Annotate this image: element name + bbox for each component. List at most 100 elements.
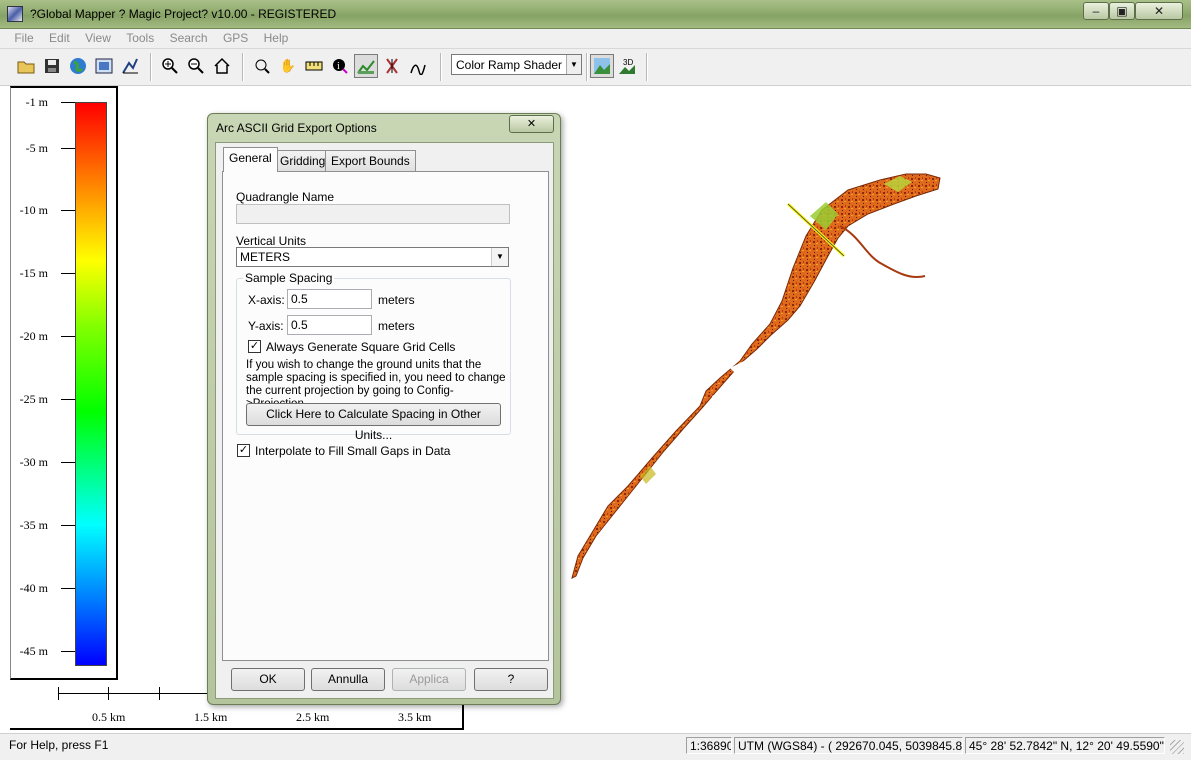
sample-spacing-group: Sample Spacing X-axis: 0.5 meters Y-axis… — [236, 271, 511, 442]
legend-label: -45 m — [19, 644, 48, 658]
title-bar: ?Global Mapper ? Magic Project? v10.00 -… — [0, 0, 1191, 29]
view-shed-icon[interactable] — [380, 54, 404, 78]
quadrangle-name-label: Quadrangle Name — [236, 190, 335, 204]
y-axis-units: meters — [378, 319, 415, 333]
legend-label: -15 m — [19, 266, 48, 280]
legend-label: -40 m — [19, 581, 48, 595]
legend-tick — [61, 399, 75, 400]
vertical-units-select[interactable]: METERS ▼ — [236, 247, 509, 267]
sample-spacing-label: Sample Spacing — [243, 271, 335, 285]
status-help-text: For Help, press F1 — [9, 738, 109, 752]
svg-text:i: i — [337, 61, 340, 72]
home-icon[interactable] — [210, 54, 234, 78]
ok-button[interactable]: OK — [231, 668, 305, 691]
close-button[interactable]: ✕ — [1135, 2, 1183, 20]
tab-export-bounds[interactable]: Export Bounds — [325, 150, 416, 171]
export-options-dialog: Arc ASCII Grid Export Options ✕ General … — [207, 113, 561, 705]
legend-tick — [61, 148, 75, 149]
toolbar-separator — [440, 53, 442, 81]
app-icon[interactable] — [7, 6, 23, 22]
menu-edit[interactable]: Edit — [43, 29, 76, 47]
quadrangle-name-input[interactable] — [236, 204, 510, 224]
shader-select[interactable]: Color Ramp Shader ▼ — [451, 54, 582, 75]
path-profile-icon[interactable] — [354, 54, 378, 78]
menu-file[interactable]: File — [8, 29, 39, 47]
zoom-tool-icon[interactable] — [250, 54, 274, 78]
feature-info-icon[interactable]: i — [328, 54, 352, 78]
status-projection: UTM (WGS84) - ( 292670.045, 5039845.848 … — [734, 737, 963, 754]
menu-search[interactable]: Search — [164, 29, 214, 47]
tab-gridding[interactable]: Gridding — [274, 150, 332, 171]
status-scale: 1:36890 — [686, 737, 732, 754]
scale-tick — [58, 687, 59, 700]
square-cells-label: Always Generate Square Grid Cells — [266, 340, 456, 354]
cancel-button[interactable]: Annulla — [311, 668, 385, 691]
chevron-down-icon: ▼ — [491, 248, 508, 266]
x-axis-label: X-axis: — [248, 293, 285, 307]
scale-label: 3.5 km — [398, 710, 432, 724]
open-folder-icon[interactable] — [14, 54, 38, 78]
square-cells-checkbox[interactable]: ✓ — [248, 340, 261, 353]
zoom-out-icon[interactable] — [184, 54, 208, 78]
general-tab-panel: Quadrangle Name Vertical Units METERS ▼ … — [222, 171, 549, 661]
dialog-title: Arc ASCII Grid Export Options — [216, 121, 377, 135]
toolbar-separator — [150, 53, 152, 81]
apply-button[interactable]: Applica — [392, 668, 466, 691]
menu-view[interactable]: View — [79, 29, 117, 47]
chevron-down-icon: ▼ — [566, 55, 581, 74]
svg-text:3D: 3D — [623, 58, 633, 67]
map-view[interactable] — [0, 86, 1191, 733]
legend-tick — [61, 525, 75, 526]
legend-label: -25 m — [19, 392, 48, 406]
save-icon[interactable] — [40, 54, 64, 78]
legend-tick — [61, 588, 75, 589]
globe-icon[interactable] — [66, 54, 90, 78]
vertical-units-label: Vertical Units — [236, 234, 307, 248]
digitizer-icon[interactable] — [406, 54, 430, 78]
overlay-control-icon[interactable] — [92, 54, 116, 78]
tab-general[interactable]: General — [223, 147, 278, 172]
pan-hand-icon[interactable]: ✋ — [276, 54, 300, 78]
dialog-body: General Gridding Export Bounds Quadrangl… — [215, 142, 554, 699]
menu-gps[interactable]: GPS — [217, 29, 254, 47]
legend-tick — [61, 273, 75, 274]
menu-tools[interactable]: Tools — [120, 29, 160, 47]
legend-tick — [61, 462, 75, 463]
shader-value: Color Ramp Shader — [456, 58, 563, 72]
interpolate-checkbox[interactable]: ✓ — [237, 444, 250, 457]
y-axis-label: Y-axis: — [248, 319, 284, 333]
scale-label: 2.5 km — [296, 710, 330, 724]
config-icon[interactable] — [118, 54, 142, 78]
zoom-in-icon[interactable] — [158, 54, 182, 78]
elevation-legend: -1 m -5 m -10 m -15 m -20 m -25 m -30 m … — [10, 86, 118, 680]
legend-label: -5 m — [25, 141, 48, 155]
scale-tick — [159, 687, 160, 700]
toolbar-separator — [646, 53, 648, 81]
help-button[interactable]: ? — [474, 668, 548, 691]
shaded-relief-icon[interactable] — [590, 54, 614, 78]
legend-label: -35 m — [19, 518, 48, 532]
toolbar-separator — [586, 53, 588, 81]
maximize-button[interactable]: ▣ — [1109, 2, 1135, 20]
minimize-button[interactable]: – — [1083, 2, 1109, 20]
calculate-spacing-button[interactable]: Click Here to Calculate Spacing in Other… — [246, 403, 501, 442]
y-axis-input[interactable]: 0.5 — [287, 315, 372, 335]
legend-label: -30 m — [19, 455, 48, 469]
legend-tick — [61, 651, 75, 652]
legend-tick — [61, 210, 75, 211]
menu-help[interactable]: Help — [258, 29, 295, 47]
vertical-units-value: METERS — [240, 250, 291, 264]
scale-label: 0.5 km — [92, 710, 126, 724]
toolbar-separator — [242, 53, 244, 81]
measure-icon[interactable] — [302, 54, 326, 78]
x-axis-units: meters — [378, 293, 415, 307]
scale-tick — [108, 687, 109, 700]
toolbar: ✋ i Color Ramp Shader ▼ 3D — [0, 49, 1191, 86]
resize-grip[interactable] — [1170, 740, 1184, 754]
map-canvas[interactable] — [0, 86, 1191, 733]
x-axis-input[interactable]: 0.5 — [287, 289, 372, 309]
menu-bar: File Edit View Tools Search GPS Help — [0, 29, 1191, 49]
dialog-close-button[interactable]: ✕ — [509, 115, 554, 133]
3d-view-icon[interactable]: 3D — [616, 54, 640, 78]
status-bar: For Help, press F1 1:36890 UTM (WGS84) -… — [0, 733, 1191, 760]
